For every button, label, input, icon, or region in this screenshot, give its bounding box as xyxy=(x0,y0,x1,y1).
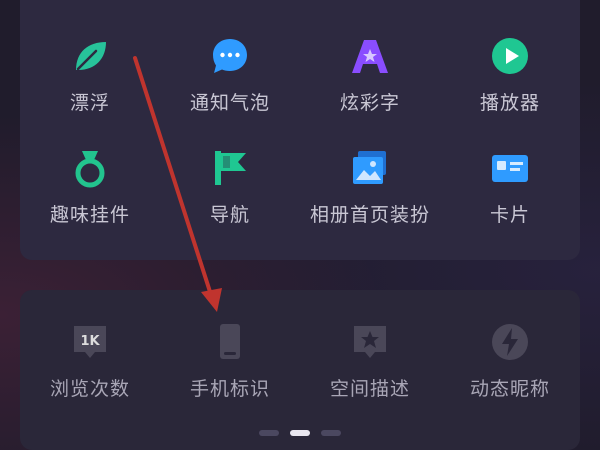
page-dot-active[interactable] xyxy=(290,430,310,436)
item-label: 空间描述 xyxy=(329,378,410,400)
lightning-circle-icon xyxy=(488,320,532,364)
item-label: 播放器 xyxy=(479,92,540,114)
item-album-decoration[interactable]: 相册首页装扮 xyxy=(300,146,440,227)
item-fun-pendant[interactable]: 趣味挂件 xyxy=(20,146,160,227)
item-label: 相册首页装扮 xyxy=(309,204,430,226)
item-player[interactable]: 播放器 xyxy=(440,34,580,115)
item-colorful-text[interactable]: 炫彩字 xyxy=(300,34,440,115)
identity-panel: 1K 浏览次数 手机标识 空间描述 动态昵称 xyxy=(20,290,580,450)
1k-badge-icon: 1K xyxy=(68,320,112,364)
leaf-icon xyxy=(68,34,112,78)
flag-icon xyxy=(208,146,252,190)
photo-album-icon xyxy=(348,146,392,190)
svg-text:1K: 1K xyxy=(80,334,100,349)
phone-icon xyxy=(208,320,252,364)
item-view-count[interactable]: 1K 浏览次数 xyxy=(20,320,160,401)
page-dot[interactable] xyxy=(259,430,279,436)
letter-a-star-icon xyxy=(348,34,392,78)
page-indicator xyxy=(0,430,600,438)
item-label: 导航 xyxy=(209,204,250,226)
item-label: 炫彩字 xyxy=(339,92,400,114)
decoration-panel: 漂浮 通知气泡 炫彩字 播放器 趣味挂件 导航 相册首页装扮 卡片 xyxy=(20,0,580,260)
item-card[interactable]: 卡片 xyxy=(440,146,580,227)
star-bubble-icon xyxy=(348,320,392,364)
chat-bubble-icon xyxy=(208,34,252,78)
item-navigation[interactable]: 导航 xyxy=(160,146,300,227)
item-dynamic-nickname[interactable]: 动态昵称 xyxy=(440,320,580,401)
item-label: 通知气泡 xyxy=(189,92,270,114)
item-space-description[interactable]: 空间描述 xyxy=(300,320,440,401)
item-label: 动态昵称 xyxy=(469,378,550,400)
id-card-icon xyxy=(488,146,532,190)
item-label: 漂浮 xyxy=(69,92,110,114)
item-notification-bubble[interactable]: 通知气泡 xyxy=(160,34,300,115)
item-float[interactable]: 漂浮 xyxy=(20,34,160,115)
item-label: 趣味挂件 xyxy=(49,204,130,226)
page-dot[interactable] xyxy=(321,430,341,436)
item-phone-identity[interactable]: 手机标识 xyxy=(160,320,300,401)
item-label: 卡片 xyxy=(489,204,530,226)
item-label: 浏览次数 xyxy=(49,378,130,400)
item-label: 手机标识 xyxy=(189,378,270,400)
play-circle-icon xyxy=(488,34,532,78)
medal-icon xyxy=(68,146,112,190)
